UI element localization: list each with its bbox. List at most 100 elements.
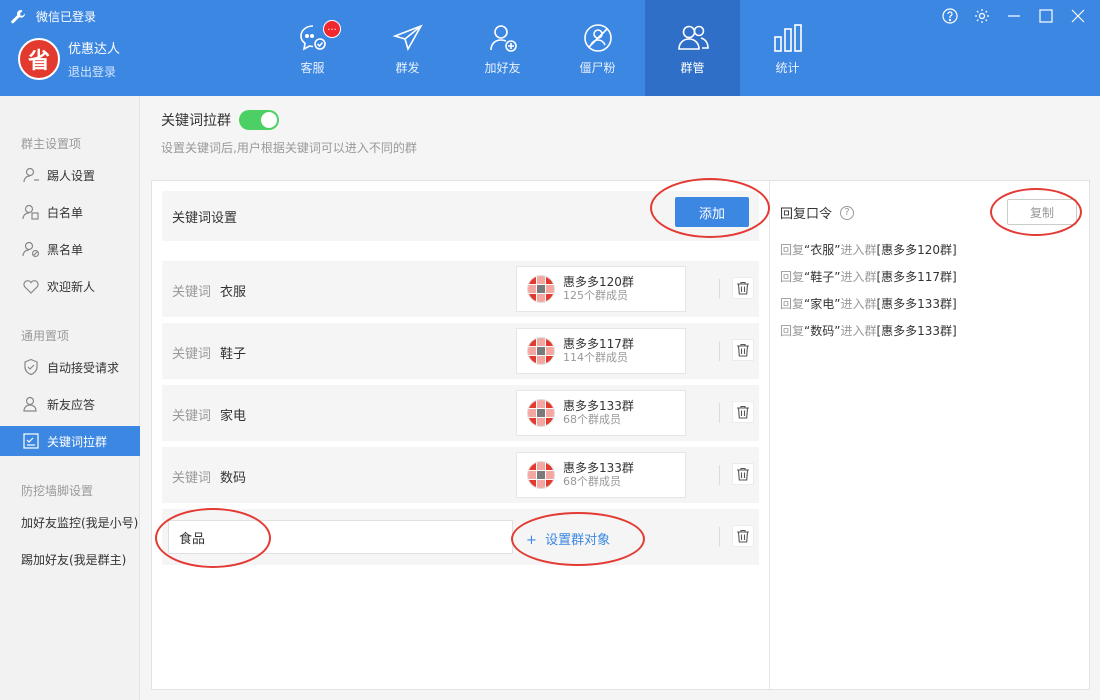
keyword-input[interactable] (168, 520, 513, 554)
group-name: 惠多多133群 (563, 399, 634, 413)
nav-label: 僵尸粉 (579, 60, 616, 75)
sidebar-item-kick[interactable]: 踢人设置 (0, 160, 140, 190)
help-icon[interactable] (940, 6, 960, 26)
user-icon (21, 394, 41, 414)
delete-row-button[interactable] (732, 277, 754, 299)
group-count: 68个群成员 (563, 475, 621, 488)
divider (719, 465, 720, 485)
reply-group: [惠多多133群] (876, 324, 957, 338)
sidebar-item-friend-monitor[interactable]: 加好友监控(我是小号) (0, 507, 140, 537)
user-name: 优惠达人 (68, 42, 121, 57)
add-button[interactable]: 添加 (675, 197, 749, 227)
group-icon (677, 25, 709, 50)
set-target-label: 设置群对象 (545, 533, 611, 548)
delete-row-button[interactable] (732, 339, 754, 361)
nav-kefu[interactable]: ... 客服 (265, 0, 360, 96)
trash-icon (737, 467, 749, 481)
checklist-icon (21, 431, 41, 451)
divider (719, 341, 720, 361)
sidebar-item-kick-adders[interactable]: 踢加好友(我是群主) (0, 544, 140, 574)
group-count: 125个群成员 (563, 289, 628, 302)
keyword-settings-header: 关键词设置 (162, 191, 759, 241)
sidebar-item-keyword-group[interactable]: 关键词拉群 (0, 426, 140, 456)
panel-divider (769, 181, 770, 689)
keyword-value: 数码 (220, 471, 247, 486)
login-status: 微信已登录 (36, 10, 97, 24)
avatar[interactable]: 省 (18, 38, 60, 80)
main-nav: ... 客服 群发 加好友 僵尸粉 群管 统计 (265, 0, 835, 96)
add-friend-icon (489, 24, 517, 52)
user-remove-icon (21, 165, 41, 185)
delete-row-button[interactable] (732, 525, 754, 547)
sidebar-item-whitelist[interactable]: 白名单 (0, 197, 140, 227)
logout-link[interactable]: 退出登录 (68, 63, 120, 80)
sidebar-item-auto-accept[interactable]: 自动接受请求 (0, 352, 140, 382)
keyword-row: 关键词 鞋子 惠多多117群 114个群成员 (162, 323, 759, 379)
sidebar-item-blacklist[interactable]: 黑名单 (0, 234, 140, 264)
keyword-settings-label: 关键词设置 (172, 210, 238, 226)
keyword-group-toggle[interactable] (239, 110, 279, 130)
group-avatar (527, 399, 555, 427)
profile: 省 优惠达人 退出登录 (18, 38, 120, 80)
sidebar-item-label: 关键词拉群 (47, 434, 108, 449)
delete-row-button[interactable] (732, 401, 754, 423)
reply-mid: 进入群 (840, 324, 877, 338)
group-card[interactable]: 惠多多120群 125个群成员 (516, 266, 686, 312)
reply-group: [惠多多117群] (876, 270, 957, 284)
keyword-row: 关键词 数码 惠多多133群 68个群成员 (162, 447, 759, 503)
sidebar-section-owner: 群主设置项 (21, 137, 82, 151)
group-avatar (527, 275, 555, 303)
sidebar: 群主设置项 踢人设置 白名单 黑名单 欢迎新人 通用置项 自动接受请求 新友应答… (0, 96, 140, 700)
nav-zombie[interactable]: 僵尸粉 (550, 0, 645, 96)
set-group-target-link[interactable]: + 设置群对象 (526, 529, 610, 548)
keyword-label: 关键词 (172, 347, 212, 362)
nav-label: 加好友 (484, 60, 521, 75)
reply-prefix: 回复 (780, 324, 805, 338)
minimize-icon[interactable] (1004, 6, 1024, 26)
group-name: 惠多多120群 (563, 275, 634, 289)
divider (719, 527, 720, 547)
reply-prefix: 回复 (780, 297, 805, 311)
group-card[interactable]: 惠多多133群 68个群成员 (516, 390, 686, 436)
nav-add-friend[interactable]: 加好友 (455, 0, 550, 96)
trash-icon (737, 529, 749, 543)
stats-icon (773, 23, 802, 52)
keyword-row: 关键词 家电 惠多多133群 68个群成员 (162, 385, 759, 441)
status-title: 微信已登录 (10, 8, 96, 25)
sidebar-section-anti-poach: 防挖墙脚设置 (21, 484, 94, 498)
page-title: 关键词拉群 (161, 110, 279, 130)
group-count: 114个群成员 (563, 351, 628, 364)
reply-group: [惠多多120群] (876, 243, 957, 257)
nav-qunfa[interactable]: 群发 (360, 0, 455, 96)
reply-mid: 进入群 (840, 243, 877, 257)
group-name: 惠多多117群 (563, 337, 634, 351)
group-card[interactable]: 惠多多117群 114个群成员 (516, 328, 686, 374)
group-avatar (527, 461, 555, 489)
nav-group-manage[interactable]: 群管 (645, 0, 740, 96)
keyword-value: 衣服 (220, 285, 247, 300)
close-icon[interactable] (1068, 6, 1088, 26)
sidebar-item-new-friend-reply[interactable]: 新友应答 (0, 389, 140, 419)
nav-stats[interactable]: 统计 (740, 0, 835, 96)
copy-button[interactable]: 复制 (1007, 199, 1077, 225)
nav-label: 群管 (680, 60, 705, 75)
group-card[interactable]: 惠多多133群 68个群成员 (516, 452, 686, 498)
sidebar-section-general: 通用置项 (21, 329, 70, 343)
reply-prefix: 回复 (780, 270, 805, 284)
reply-prefix: 回复 (780, 243, 805, 257)
maximize-icon[interactable] (1036, 6, 1056, 26)
keyword-label: 关键词 (172, 471, 212, 486)
divider (719, 279, 720, 299)
nav-label: 统计 (775, 60, 800, 75)
delete-row-button[interactable] (732, 463, 754, 485)
sidebar-item-welcome[interactable]: 欢迎新人 (0, 271, 140, 301)
zombie-icon (583, 23, 612, 52)
reply-keyword: “鞋子” (804, 270, 841, 284)
help-icon[interactable]: ? (840, 205, 855, 220)
content-panel: 关键词设置 添加 关键词 衣服 惠多多120群 125个群成员 关键词 鞋子 惠… (151, 180, 1090, 690)
sidebar-item-label: 白名单 (47, 205, 84, 220)
reply-mid: 进入群 (840, 270, 877, 284)
heart-icon (21, 276, 41, 296)
shield-check-icon (21, 357, 41, 377)
settings-icon[interactable] (972, 6, 992, 26)
